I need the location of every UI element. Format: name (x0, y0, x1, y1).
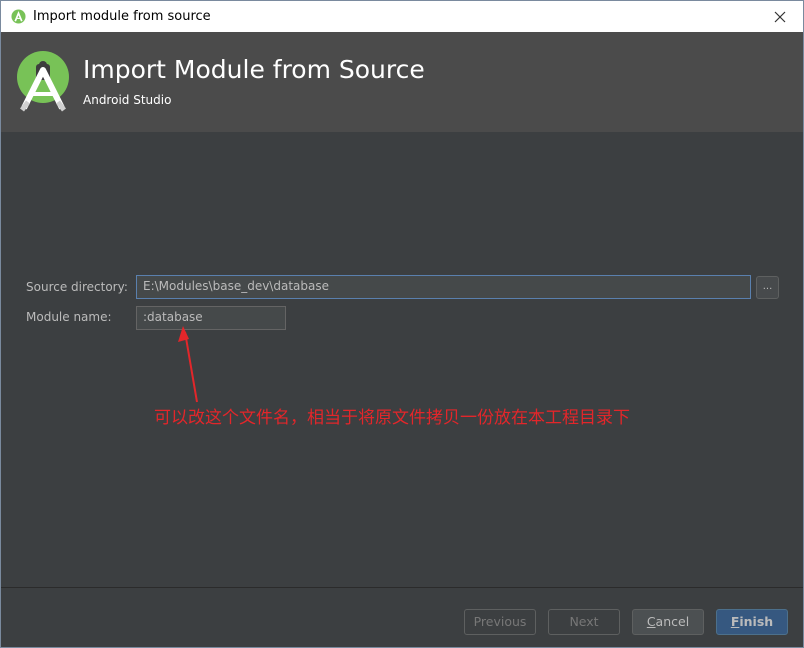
source-directory-label: Source directory: (26, 280, 128, 294)
finish-label-rest: inish (739, 614, 774, 629)
finish-button[interactable]: Finish (716, 609, 788, 635)
cancel-button[interactable]: Cancel (632, 609, 704, 635)
title-bar: Import module from source (1, 1, 803, 32)
android-studio-logo-icon (17, 51, 69, 112)
close-icon (774, 11, 786, 22)
import-module-dialog: Import module from source Import Module … (0, 0, 804, 648)
annotation-text: 可以改这个文件名，相当于将原文件拷贝一份放在本工程目录下 (154, 408, 630, 428)
wizard-content: Source directory: E:\Modules\base_dev\da… (1, 132, 803, 587)
header-title: Import Module from Source (83, 55, 425, 84)
annotation-arrow-icon (178, 326, 198, 403)
module-name-label: Module name: (26, 310, 112, 324)
wizard-footer: Previous Next Cancel Finish (1, 587, 803, 647)
cancel-mnemonic: C (646, 614, 656, 629)
android-studio-icon (11, 9, 26, 24)
module-name-field[interactable]: :database (136, 306, 286, 330)
source-directory-field[interactable]: E:\Modules\base_dev\database (136, 275, 751, 299)
cancel-label-rest: ancel (655, 614, 690, 629)
browse-button[interactable]: ... (756, 276, 779, 299)
window-title: Import module from source (33, 9, 211, 24)
previous-button[interactable]: Previous (464, 609, 536, 635)
header-subtitle: Android Studio (83, 93, 172, 107)
close-button[interactable] (757, 1, 803, 32)
wizard-header: Import Module from Source Android Studio (1, 32, 803, 132)
next-button[interactable]: Next (548, 609, 620, 635)
